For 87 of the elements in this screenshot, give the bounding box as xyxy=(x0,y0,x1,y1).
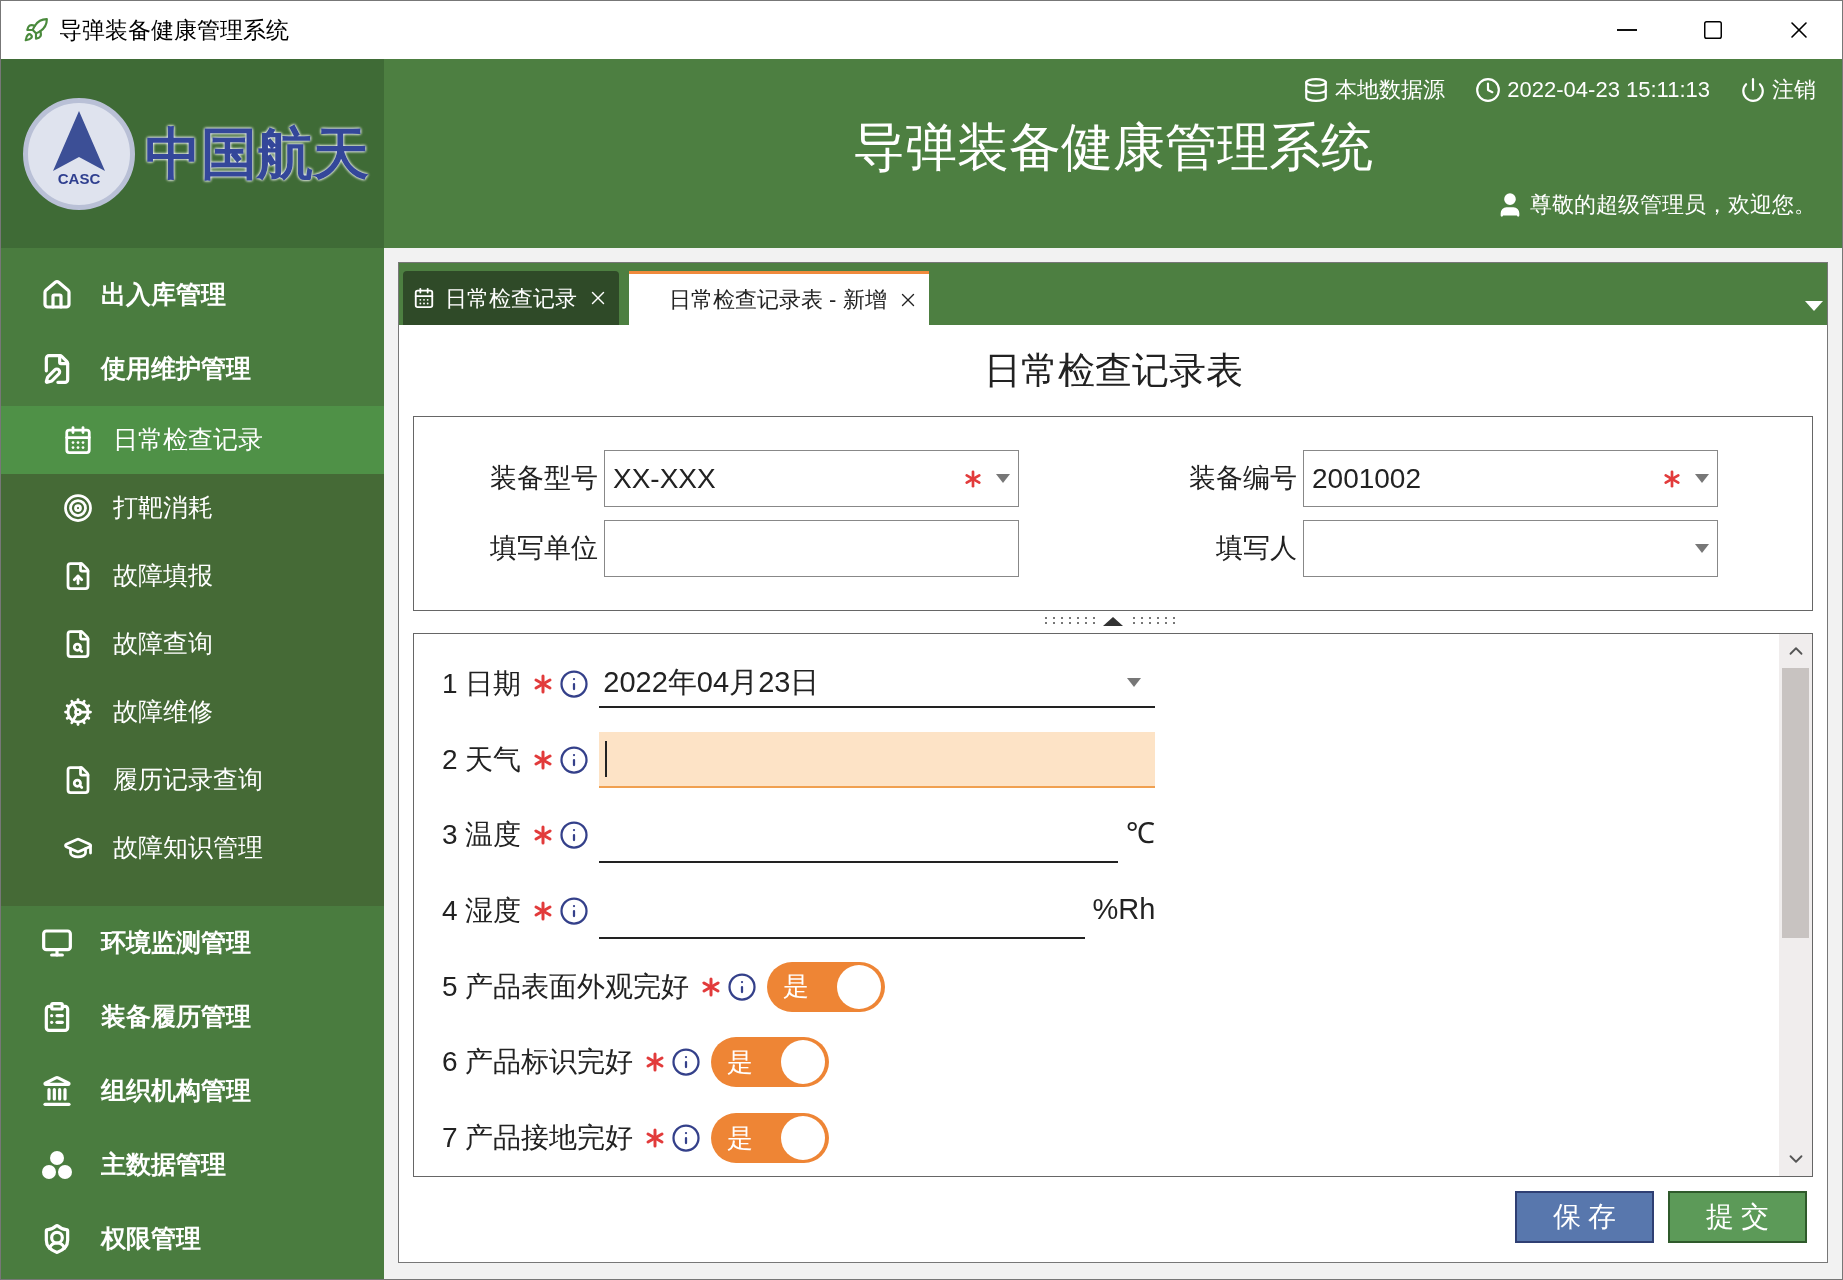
required-icon xyxy=(533,749,554,770)
info-icon[interactable] xyxy=(559,668,590,699)
required-icon xyxy=(701,976,722,997)
submenu-item[interactable]: 故障填报 xyxy=(1,542,384,610)
question-label: 1 日期 xyxy=(442,666,523,701)
circles-icon xyxy=(41,1149,73,1181)
info-icon[interactable] xyxy=(559,744,590,775)
input-field[interactable] xyxy=(604,520,1019,577)
sidebar-item[interactable]: 出入库管理 xyxy=(1,258,384,332)
unit-label: %Rh xyxy=(1091,891,1156,927)
info-icon[interactable] xyxy=(559,896,590,926)
question-label: 7 产品接地完好 xyxy=(442,1121,635,1156)
sidebar-item[interactable]: 权限管理 xyxy=(1,1202,384,1276)
dropdown-field[interactable]: 2001002 xyxy=(1303,450,1718,507)
logo-text: 中国航天 xyxy=(145,120,369,187)
calendar-icon xyxy=(413,287,435,309)
submenu-item[interactable]: 故障查询 xyxy=(1,610,384,678)
text-cursor xyxy=(605,740,608,777)
required-icon xyxy=(964,469,982,488)
scrollbar[interactable] xyxy=(1779,634,1812,1176)
sidebar-item[interactable]: 装备履历管理 xyxy=(1,980,384,1054)
tab[interactable]: 日常检查记录 xyxy=(403,271,619,325)
caret-icon xyxy=(1695,474,1709,483)
question-label: 2 天气 xyxy=(442,742,523,777)
caret-icon xyxy=(1127,678,1142,688)
required-icon xyxy=(1663,469,1681,488)
info-icon[interactable] xyxy=(727,971,758,1002)
dropdown-icon[interactable] xyxy=(1805,301,1823,311)
welcome-text: 尊敬的超级管理员，欢迎您。 xyxy=(1530,191,1816,219)
info-icon[interactable] xyxy=(559,820,590,851)
calendar-icon xyxy=(63,425,93,455)
submenu-item[interactable]: 故障维修 xyxy=(1,678,384,746)
submenu-item[interactable]: 履历记录查询 xyxy=(1,746,384,814)
monitor-icon xyxy=(41,927,73,959)
required-icon xyxy=(533,825,554,846)
submenu-item[interactable]: 故障知识管理 xyxy=(1,814,384,882)
required-icon xyxy=(645,1052,666,1073)
unit-label: ℃ xyxy=(1125,815,1156,851)
gear-icon xyxy=(63,697,93,727)
field-label: 装备编号 xyxy=(1188,462,1298,496)
toggle-switch[interactable]: 是 xyxy=(711,1037,830,1088)
dropdown-field[interactable]: XX-XXX xyxy=(604,450,1019,507)
dropdown-field[interactable] xyxy=(1303,520,1718,577)
house-icon xyxy=(41,279,73,311)
target-icon xyxy=(63,493,93,523)
toggle-switch[interactable]: 是 xyxy=(711,1113,830,1164)
caret-icon xyxy=(996,474,1010,483)
sidebar-item[interactable]: 环境监测管理 xyxy=(1,906,384,980)
form-title: 日常检查记录表 xyxy=(983,348,1243,393)
question-label: 3 温度 xyxy=(442,818,523,853)
required-icon xyxy=(533,673,554,694)
question-label: 4 湿度 xyxy=(442,894,523,928)
sidebar-item[interactable]: 使用维护管理 xyxy=(1,332,384,406)
window-title: 导弹装备健康管理系统 xyxy=(59,15,290,45)
submenu-item[interactable]: 日常检查记录 xyxy=(1,406,384,474)
maximize-icon xyxy=(1702,19,1724,41)
info-icon[interactable] xyxy=(671,1047,702,1078)
caret-icon xyxy=(1695,544,1709,553)
question-label: 5 产品表面外观完好 xyxy=(442,969,691,1004)
question-label: 6 产品标识完好 xyxy=(442,1045,635,1080)
toggle-switch[interactable]: 是 xyxy=(767,961,886,1012)
submit-button[interactable]: 提 交 xyxy=(1668,1191,1807,1243)
required-icon xyxy=(533,901,554,921)
clock-icon xyxy=(1475,76,1502,103)
bank-icon xyxy=(41,1075,73,1107)
minimize-icon xyxy=(1617,29,1637,31)
save-button[interactable]: 保 存 xyxy=(1515,1191,1654,1243)
sidebar-item[interactable]: 主数据管理 xyxy=(1,1128,384,1202)
datetime-label: 2022-04-23 15:11:13 xyxy=(1507,76,1710,104)
required-icon xyxy=(645,1128,666,1149)
field-label: 填写单位 xyxy=(489,532,599,566)
app-title: 导弹装备健康管理系统 xyxy=(853,117,1373,178)
info-icon[interactable] xyxy=(671,1123,702,1154)
logout-button[interactable]: 注销 xyxy=(1740,73,1816,106)
rocket-icon xyxy=(23,17,49,43)
field-label: 填写人 xyxy=(1215,532,1298,566)
database-icon xyxy=(1303,76,1330,103)
input-field[interactable] xyxy=(599,731,1156,788)
submenu-item[interactable]: 打靶消耗 xyxy=(1,474,384,542)
sidebar-item[interactable]: 组织机构管理 xyxy=(1,1054,384,1128)
date-field[interactable]: 2022年04月23日 xyxy=(599,659,1156,708)
scrollbar-thumb[interactable] xyxy=(1782,668,1809,938)
tab[interactable]: 日常检查记录表 - 新增 xyxy=(629,271,929,325)
emblem-logo: CASC xyxy=(23,97,135,210)
data-source-label: 本地数据源 xyxy=(1335,76,1446,104)
field-label: 装备型号 xyxy=(489,462,599,496)
power-icon xyxy=(1740,76,1766,103)
